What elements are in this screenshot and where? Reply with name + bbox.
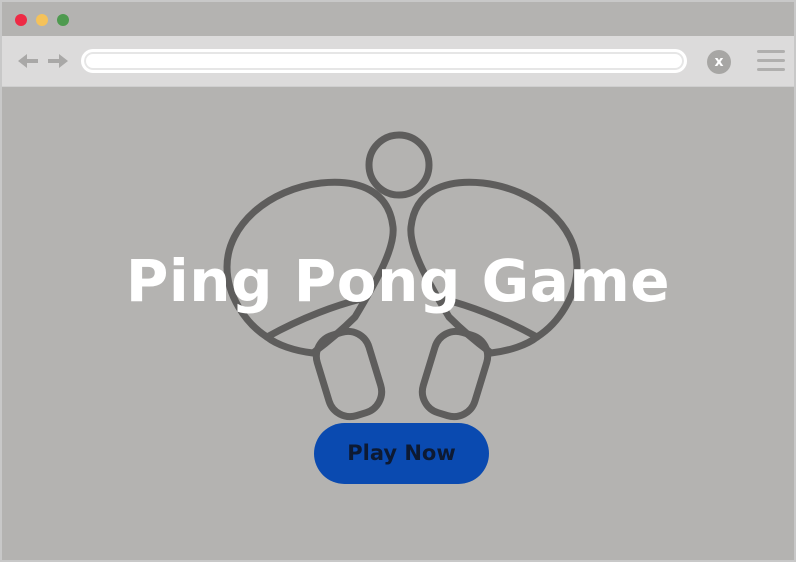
arrow-left-icon[interactable] (16, 50, 40, 72)
hamburger-menu-icon[interactable] (757, 50, 787, 72)
window-zoom-dot[interactable] (57, 14, 69, 26)
address-bar-input[interactable] (81, 49, 687, 73)
play-now-button[interactable]: Play Now (314, 423, 489, 484)
title-bar (2, 2, 794, 36)
page-content: Ping Pong Game Play Now (2, 87, 794, 560)
close-icon[interactable]: x (707, 50, 731, 74)
arrow-right-icon[interactable] (46, 50, 70, 72)
page-title: Ping Pong Game (125, 247, 671, 315)
browser-window: x Ping Pong Game Play Now (0, 0, 796, 562)
window-close-dot[interactable] (15, 14, 27, 26)
window-minimize-dot[interactable] (36, 14, 48, 26)
browser-toolbar: x (2, 36, 794, 87)
